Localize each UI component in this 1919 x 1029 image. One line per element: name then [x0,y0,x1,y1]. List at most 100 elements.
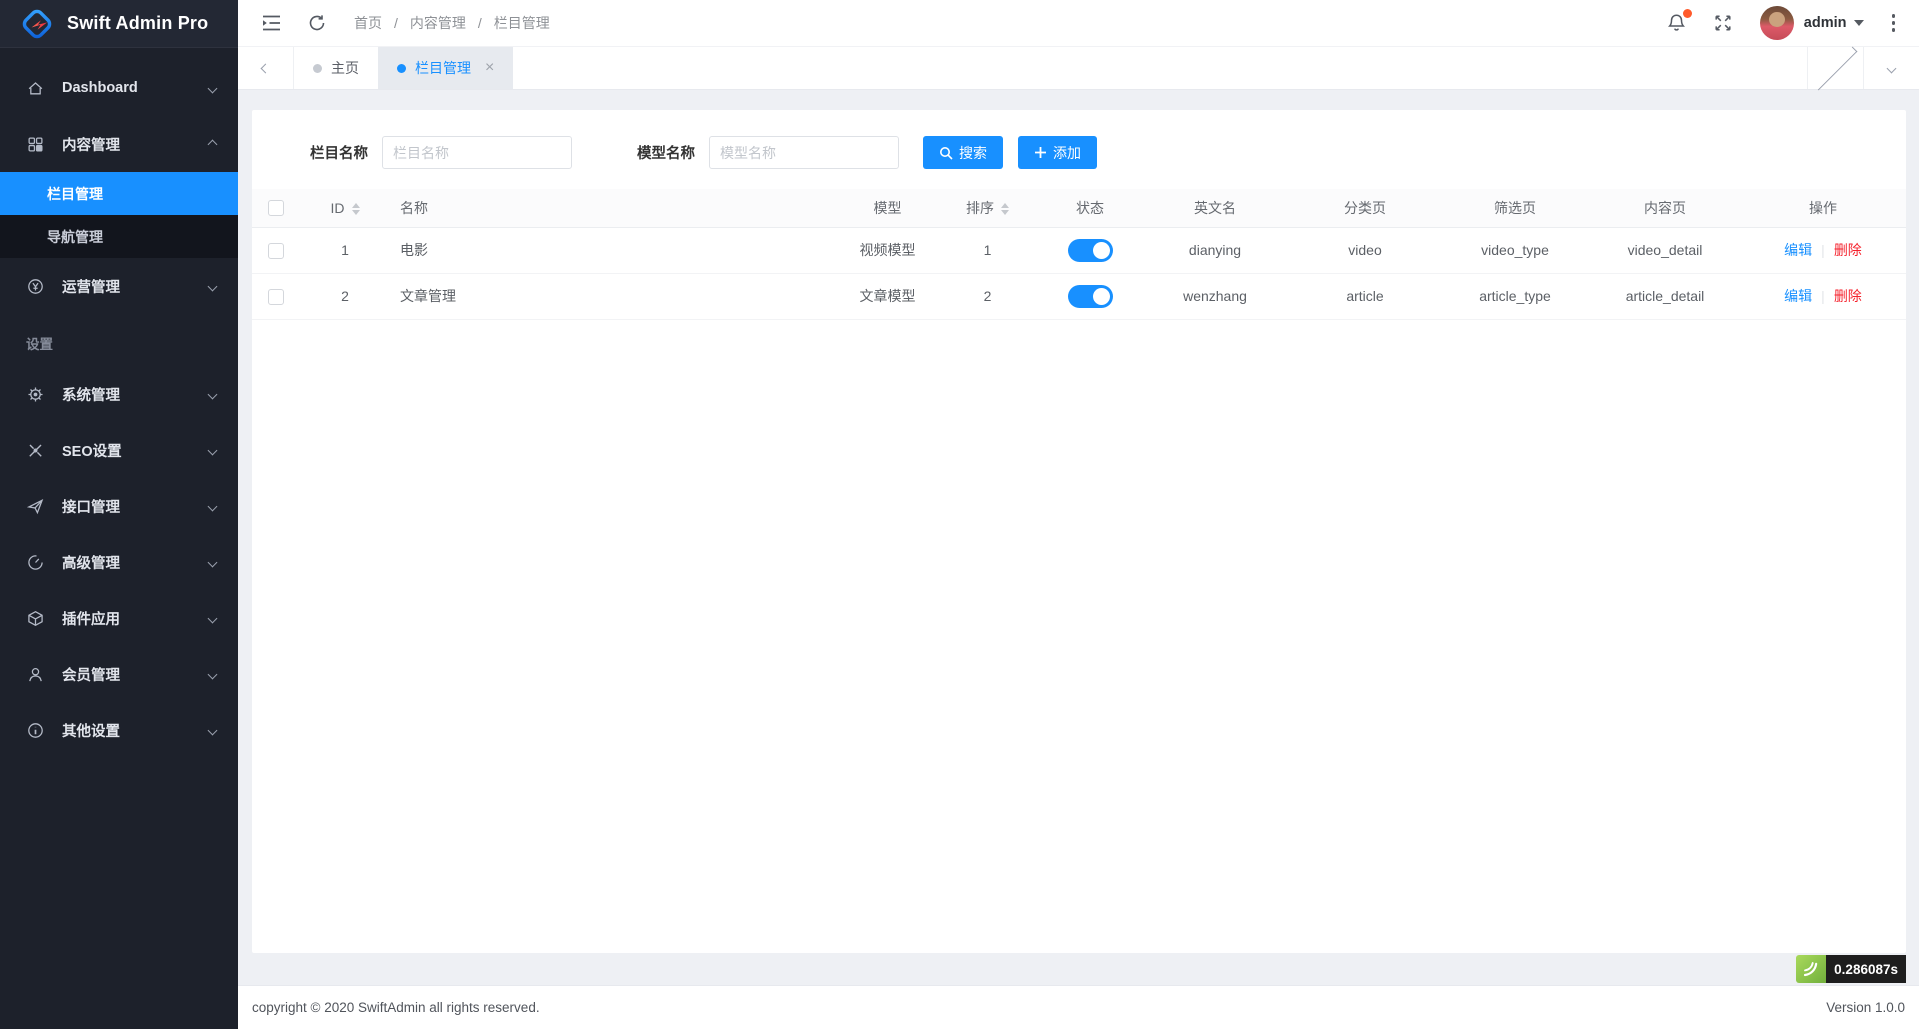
sidebar-item-member-mgmt[interactable]: 会员管理 [0,646,238,702]
col-header-status: 状态 [1040,189,1140,227]
chevron-down-icon [1887,63,1897,73]
sidebar-item-label: 接口管理 [62,496,120,517]
select-all-checkbox[interactable] [268,200,284,216]
breadcrumb-content-mgmt[interactable]: 内容管理 [410,13,466,33]
fullscreen-button[interactable] [1700,0,1746,46]
gauge-icon [26,553,44,571]
breadcrumb-separator: / [478,15,482,31]
sidebar-collapse-button[interactable] [248,0,294,46]
thinkphp-icon [1796,955,1826,983]
sidebar-item-plugins[interactable]: 插件应用 [0,590,238,646]
cell-en-name: dianying [1140,227,1290,273]
sidebar-item-operation-mgmt[interactable]: 运营管理 [0,258,238,314]
username: admin [1804,15,1847,31]
notifications-button[interactable] [1654,0,1700,46]
sidebar-item-seo-settings[interactable]: SEO设置 [0,422,238,478]
refresh-button[interactable] [294,0,340,46]
tabbar: 主页 栏目管理 × [238,46,1919,90]
breadcrumb-column-mgmt[interactable]: 栏目管理 [494,13,550,33]
exec-time-value: 0.286087s [1826,955,1906,983]
plus-icon [1034,146,1047,159]
sidebar-item-api-mgmt[interactable]: 接口管理 [0,478,238,534]
tabs-scroll-right-button[interactable] [1807,47,1863,89]
col-header-name: 名称 [390,189,840,227]
data-table: ID 名称 模型 排序 状态 英文名 分类页 筛选页 内容页 [252,189,1906,320]
sidebar-subitem-column-mgmt[interactable]: 栏目管理 [0,172,238,215]
edit-link[interactable]: 编辑 [1784,242,1812,258]
col-header-actions: 操作 [1740,189,1906,227]
copyright-text: copyright © 2020 SwiftAdmin all rights r… [252,1000,540,1015]
cell-content-page: video_detail [1590,227,1740,273]
sidebar-item-label: 内容管理 [62,134,120,155]
tabs-dropdown-button[interactable] [1863,47,1919,89]
tab-column-mgmt[interactable]: 栏目管理 × [378,47,513,89]
status-toggle[interactable] [1068,285,1113,308]
row-checkbox[interactable] [268,243,284,259]
tab-dot [313,64,322,73]
sidebar-item-label: 运营管理 [62,276,120,297]
sidebar-item-label: 插件应用 [62,608,120,629]
home-icon [26,79,44,97]
col-header-id[interactable]: ID [300,189,390,227]
col-header-content-page: 内容页 [1590,189,1740,227]
delete-link[interactable]: 删除 [1834,242,1862,258]
sidebar-item-system-mgmt[interactable]: 系统管理 [0,366,238,422]
sidebar-section-settings: 设置 [0,320,238,366]
cell-content-page: article_detail [1590,273,1740,319]
add-button[interactable]: 添加 [1018,136,1097,169]
sort-icon[interactable] [352,203,360,215]
chevron-down-icon [208,669,218,679]
chevron-right-icon [1814,46,1858,90]
grid-icon [26,135,44,153]
status-toggle[interactable] [1068,239,1113,262]
chevron-down-icon [208,445,218,455]
tools-icon [26,441,44,459]
chevron-down-icon [208,389,218,399]
search-button[interactable]: 搜索 [923,136,1003,169]
kebab-icon [1892,14,1896,18]
sidebar-item-other-settings[interactable]: 其他设置 [0,702,238,758]
sidebar-subitem-nav-mgmt[interactable]: 导航管理 [0,215,238,258]
app-logo: Swift Admin Pro [0,0,238,48]
tab-home[interactable]: 主页 [294,47,378,89]
tabbar-spacer [513,47,1807,89]
sidebar-menu: Dashboard 内容管理 栏目管理 导航管理 [0,48,238,758]
breadcrumb-home[interactable]: 首页 [354,13,382,33]
sidebar-item-label: 会员管理 [62,664,120,685]
model-name-input[interactable] [709,136,899,169]
sidebar-item-label: SEO设置 [62,440,122,461]
col-header-filter-page: 筛选页 [1440,189,1590,227]
more-options-button[interactable] [1886,8,1902,38]
cell-filter-page: video_type [1440,227,1590,273]
column-name-input[interactable] [382,136,572,169]
breadcrumb-separator: / [394,15,398,31]
sidebar: Swift Admin Pro Dashboard 内容管理 栏目管理 [0,0,238,1029]
table-row: 1 电影 视频模型 1 dianying video video_type vi… [252,227,1906,273]
cell-model: 视频模型 [840,227,935,273]
delete-link[interactable]: 删除 [1834,288,1862,304]
sidebar-item-label: 高级管理 [62,552,120,573]
model-name-label: 模型名称 [637,142,695,163]
avatar[interactable] [1760,6,1794,40]
tab-close-icon[interactable]: × [485,60,494,76]
tabs-scroll-left-button[interactable] [238,47,294,89]
row-checkbox[interactable] [268,289,284,305]
table-row: 2 文章管理 文章模型 2 wenzhang article article_t… [252,273,1906,319]
edit-link[interactable]: 编辑 [1784,288,1812,304]
paper-plane-icon [26,497,44,515]
user-menu-button[interactable]: admin [1804,15,1864,31]
sidebar-item-advanced-mgmt[interactable]: 高级管理 [0,534,238,590]
sidebar-item-content-mgmt[interactable]: 内容管理 [0,116,238,172]
chevron-up-icon [208,139,218,149]
search-form: 栏目名称 模型名称 搜索 添加 [252,110,1906,169]
sidebar-item-label: Dashboard [62,80,138,96]
sort-icon[interactable] [1001,203,1009,215]
cell-en-name: wenzhang [1140,273,1290,319]
exec-time-badge[interactable]: 0.286087s [1796,955,1906,983]
col-header-sort[interactable]: 排序 [935,189,1040,227]
search-icon [939,146,953,160]
user-icon [26,665,44,683]
sidebar-item-dashboard[interactable]: Dashboard [0,60,238,116]
col-header-model: 模型 [840,189,935,227]
cell-id: 1 [300,227,390,273]
